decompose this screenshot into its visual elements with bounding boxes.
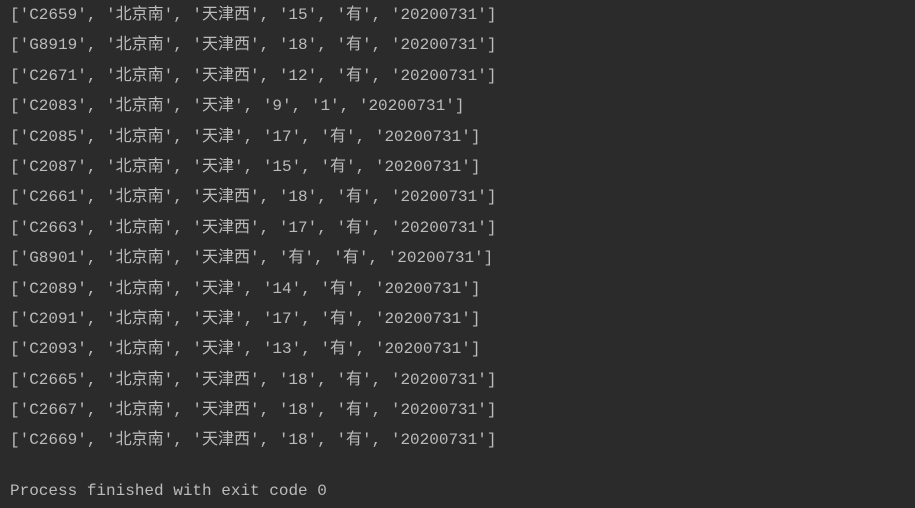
output-line: ['G8901', '北京南', '天津西', '有', '有', '20200… — [10, 243, 905, 273]
process-status: Process finished with exit code 0 — [10, 476, 905, 506]
output-line: ['C2667', '北京南', '天津西', '18', '有', '2020… — [10, 395, 905, 425]
output-line: ['C2085', '北京南', '天津', '17', '有', '20200… — [10, 122, 905, 152]
output-line: ['C2669', '北京南', '天津西', '18', '有', '2020… — [10, 425, 905, 455]
console-output: ['C2659', '北京南', '天津西', '15', '有', '2020… — [10, 0, 905, 456]
output-line: ['C2665', '北京南', '天津西', '18', '有', '2020… — [10, 365, 905, 395]
output-line: ['G8919', '北京南', '天津西', '18', '有', '2020… — [10, 30, 905, 60]
output-line: ['C2087', '北京南', '天津', '15', '有', '20200… — [10, 152, 905, 182]
output-line: ['C2661', '北京南', '天津西', '18', '有', '2020… — [10, 182, 905, 212]
output-line: ['C2093', '北京南', '天津', '13', '有', '20200… — [10, 334, 905, 364]
output-line: ['C2671', '北京南', '天津西', '12', '有', '2020… — [10, 61, 905, 91]
output-line: ['C2083', '北京南', '天津', '9', '1', '202007… — [10, 91, 905, 121]
output-line: ['C2089', '北京南', '天津', '14', '有', '20200… — [10, 274, 905, 304]
output-line: ['C2091', '北京南', '天津', '17', '有', '20200… — [10, 304, 905, 334]
output-line: ['C2659', '北京南', '天津西', '15', '有', '2020… — [10, 0, 905, 30]
output-line: ['C2663', '北京南', '天津西', '17', '有', '2020… — [10, 213, 905, 243]
